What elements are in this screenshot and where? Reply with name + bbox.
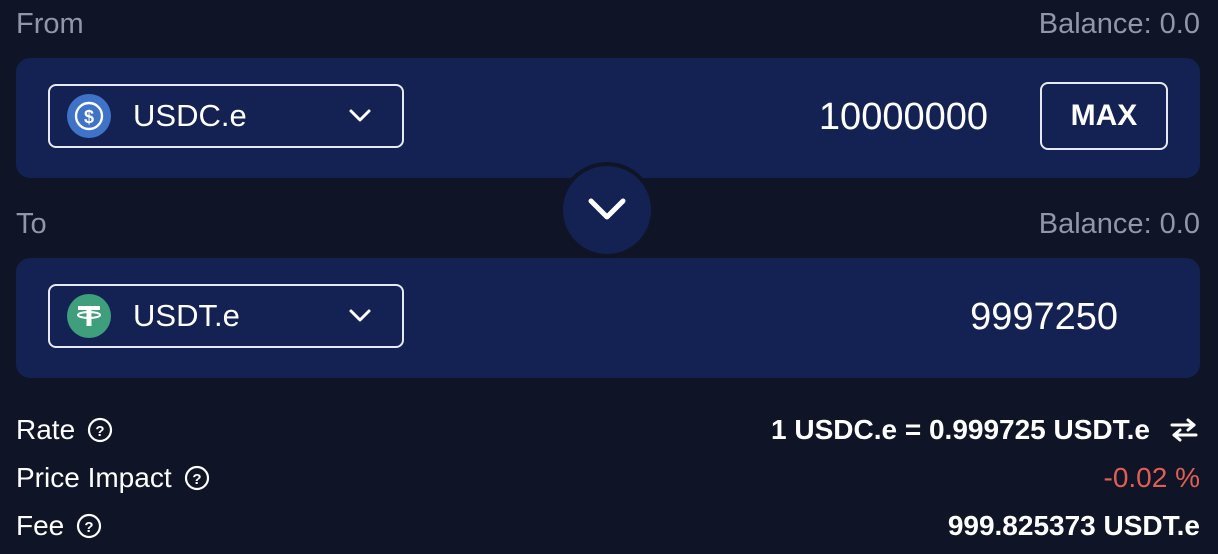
- price-impact-label: Price Impact: [16, 462, 172, 493]
- help-icon[interactable]: ?: [87, 417, 113, 443]
- max-button[interactable]: MAX: [1040, 82, 1168, 150]
- fee-row: Fee ? 999.825373 USDT.e: [16, 506, 1200, 546]
- svg-text:?: ?: [192, 471, 201, 488]
- rate-label: Rate: [16, 414, 76, 445]
- help-icon[interactable]: ?: [184, 465, 210, 491]
- to-token-select[interactable]: USDT.e: [48, 284, 404, 348]
- chevron-down-icon: [348, 108, 372, 124]
- price-impact-row: Price Impact ? -0.02 %: [16, 458, 1200, 498]
- svg-text:$: $: [84, 107, 94, 127]
- fee-label: Fee: [16, 510, 65, 541]
- from-amount-input[interactable]: 10000000: [819, 96, 988, 139]
- from-panel: $ USDC.e 10000000 MAX: [16, 58, 1200, 178]
- fee-value: 999.825373 USDT.e: [947, 510, 1200, 541]
- usdt-icon: [67, 294, 111, 338]
- to-panel: USDT.e 9997250: [16, 258, 1200, 378]
- to-label-row: To Balance: 0.0: [16, 208, 1200, 241]
- to-token-name: USDT.e: [133, 298, 240, 333]
- svg-text:?: ?: [96, 423, 105, 440]
- from-label-row: From Balance: 0.0: [16, 8, 1200, 41]
- svg-text:?: ?: [85, 519, 94, 536]
- usdc-icon: $: [67, 94, 111, 138]
- to-amount-output: 9997250: [970, 296, 1118, 338]
- help-icon[interactable]: ?: [76, 513, 102, 539]
- to-label: To: [16, 208, 47, 240]
- from-label: From: [16, 8, 84, 40]
- rate-value: 1 USDC.e = 0.999725 USDT.e: [771, 414, 1150, 445]
- price-impact-value: -0.02 %: [1103, 462, 1201, 493]
- swap-rate-icon[interactable]: [1168, 417, 1200, 443]
- from-token-name: USDC.e: [133, 98, 247, 133]
- from-balance: Balance: 0.0: [1038, 8, 1200, 40]
- from-token-select[interactable]: $ USDC.e: [48, 84, 404, 148]
- rate-row: Rate ? 1 USDC.e = 0.999725 USDT.e: [16, 410, 1200, 450]
- to-balance: Balance: 0.0: [1038, 208, 1200, 240]
- chevron-down-icon: [348, 308, 372, 324]
